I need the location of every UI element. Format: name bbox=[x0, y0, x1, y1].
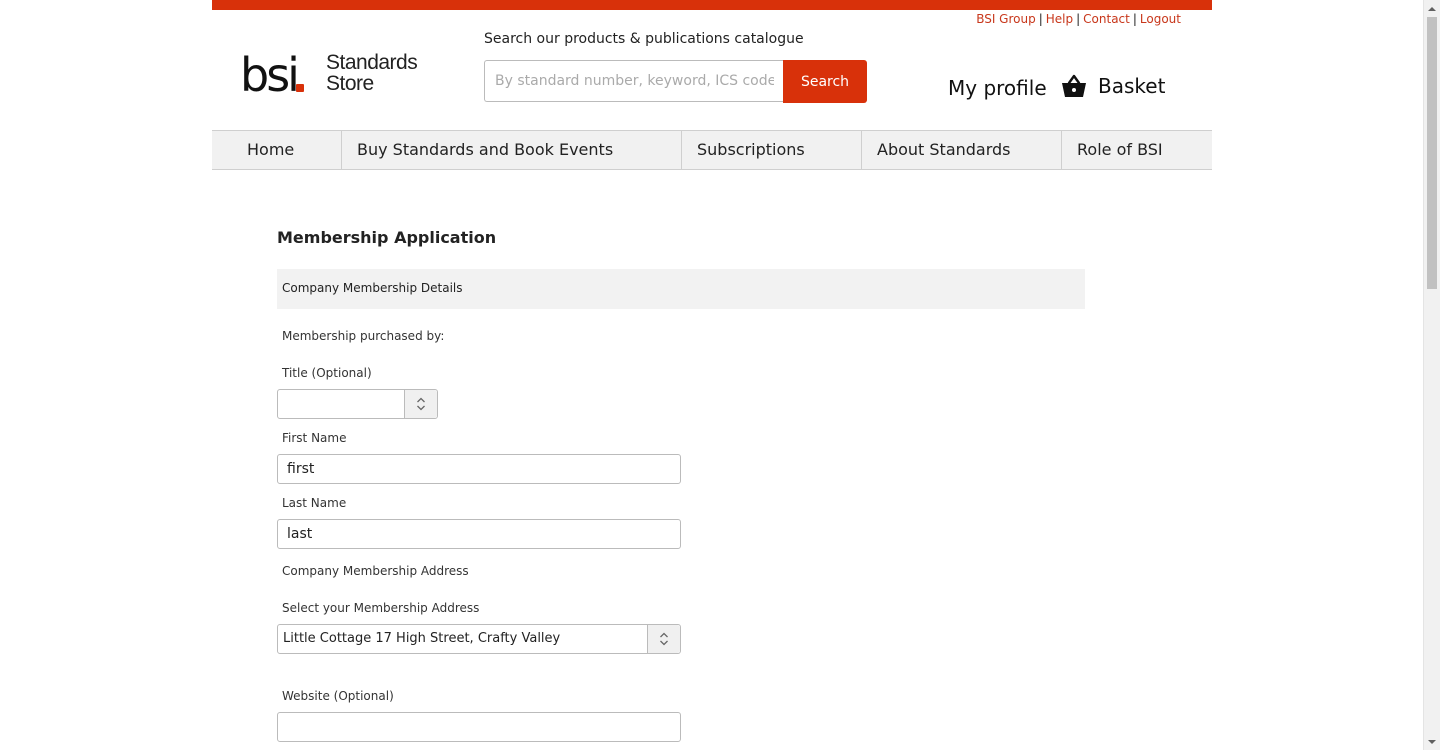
logo-store-text: Standards Store bbox=[326, 51, 418, 95]
title-label: Title (Optional) bbox=[282, 366, 372, 380]
bsi-standards-store-logo[interactable]: bsi Standards Store bbox=[240, 50, 430, 100]
basket-icon bbox=[1062, 74, 1086, 97]
scroll-down-arrow-icon[interactable] bbox=[1424, 733, 1440, 750]
help-link[interactable]: Help bbox=[1046, 12, 1073, 26]
separator: | bbox=[1038, 12, 1043, 26]
logo-store-line1: Standards bbox=[326, 51, 418, 74]
nav-item-about-standards[interactable]: About Standards bbox=[862, 131, 1062, 169]
main-nav: Home Buy Standards and Book Events Subsc… bbox=[212, 130, 1212, 170]
section-title: Company Membership Details bbox=[282, 281, 463, 295]
up-down-chevron-icon bbox=[417, 397, 425, 411]
logo-store-line2: Store bbox=[326, 72, 374, 95]
purchased-by-label: Membership purchased by: bbox=[282, 329, 445, 343]
page: BSI Group | Help | Contact | Logout bsi Standa… bbox=[0, 0, 1440, 750]
first-name-input[interactable]: first bbox=[277, 454, 681, 484]
title-select[interactable] bbox=[277, 389, 438, 419]
bsi-group-link[interactable]: BSI Group bbox=[976, 12, 1036, 26]
up-down-chevron-icon bbox=[660, 632, 668, 646]
address-select-value: Little Cottage 17 High Street, Crafty Va… bbox=[283, 631, 561, 646]
logout-link[interactable]: Logout bbox=[1140, 12, 1181, 26]
section-header: Company Membership Details bbox=[277, 269, 1085, 309]
basket-label: Basket bbox=[1098, 74, 1166, 98]
select-arrows-icon bbox=[647, 625, 680, 653]
select-address-label: Select your Membership Address bbox=[282, 601, 480, 615]
scroll-up-arrow-icon[interactable] bbox=[1424, 0, 1440, 17]
nav-item-subscriptions[interactable]: Subscriptions bbox=[682, 131, 862, 169]
separator: | bbox=[1076, 12, 1081, 26]
nav-item-role-of-bsi[interactable]: Role of BSI bbox=[1062, 131, 1212, 169]
search-label: Search our products & publications catal… bbox=[484, 31, 804, 47]
my-profile-link[interactable]: My profile bbox=[948, 76, 1047, 100]
site-header: BSI Group | Help | Contact | Logout bsi Standa… bbox=[212, 0, 1212, 170]
website-label: Website (Optional) bbox=[282, 689, 394, 703]
logo-bsi-text: bsi bbox=[240, 48, 300, 102]
search-input[interactable] bbox=[484, 60, 784, 102]
address-select[interactable]: Little Cottage 17 High Street, Crafty Va… bbox=[277, 624, 681, 654]
separator: | bbox=[1132, 12, 1137, 26]
brand-top-bar bbox=[212, 0, 1212, 10]
last-name-input[interactable]: last bbox=[277, 519, 681, 549]
page-title: Membership Application bbox=[277, 228, 497, 247]
address-section-label: Company Membership Address bbox=[282, 564, 469, 578]
scrollbar-thumb[interactable] bbox=[1427, 17, 1437, 289]
utility-links: BSI Group | Help | Contact | Logout bbox=[976, 12, 1181, 26]
nav-item-home[interactable]: Home bbox=[212, 131, 342, 169]
basket-link[interactable]: Basket bbox=[1060, 72, 1165, 100]
website-input[interactable] bbox=[277, 712, 681, 742]
select-arrows-icon bbox=[404, 390, 437, 418]
last-name-label: Last Name bbox=[282, 496, 347, 510]
contact-link[interactable]: Contact bbox=[1083, 12, 1130, 26]
search-button[interactable]: Search bbox=[783, 60, 867, 103]
first-name-label: First Name bbox=[282, 431, 347, 445]
logo-red-dot bbox=[296, 84, 304, 92]
vertical-scrollbar[interactable] bbox=[1423, 0, 1440, 750]
membership-form: Membership Application Company Membershi… bbox=[277, 226, 1085, 742]
nav-item-buy-standards[interactable]: Buy Standards and Book Events bbox=[342, 131, 682, 169]
